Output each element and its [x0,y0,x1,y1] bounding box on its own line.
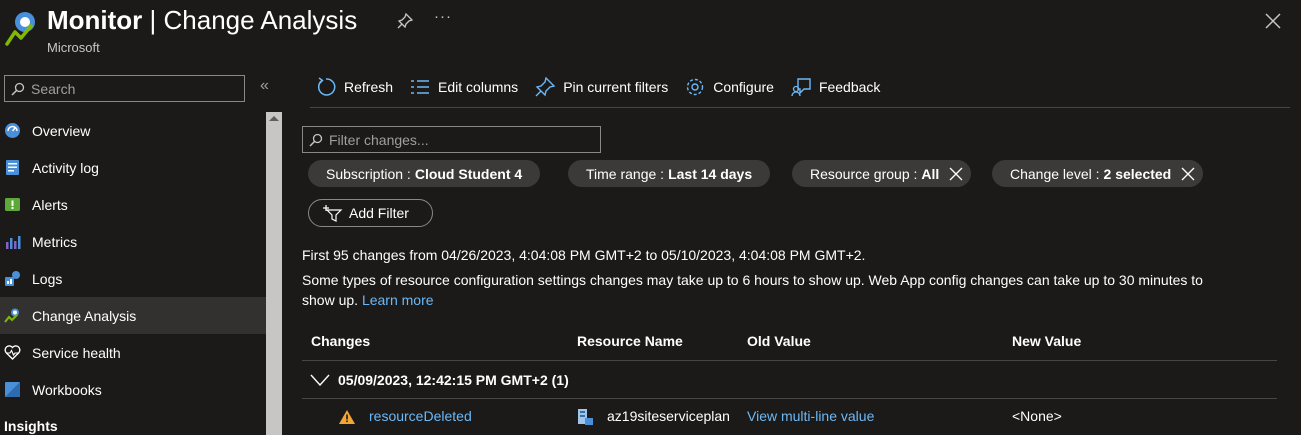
column-header-new-value[interactable]: New Value [1012,333,1081,349]
resource-name: az19siteserviceplan [607,408,730,424]
page-title-secondary: | Change Analysis [142,5,358,35]
learn-more-link[interactable]: Learn more [362,292,434,308]
feedback-button[interactable]: Feedback [791,77,880,97]
new-value: <None> [1012,408,1062,424]
collapse-sidebar-icon[interactable]: « [260,77,269,95]
filter-changes-input[interactable]: Filter changes... [302,126,601,153]
remove-filter-icon[interactable] [949,167,963,181]
command-bar: Refresh Edit columns Pin current filters… [310,66,1290,108]
change-analysis-logo-icon [5,12,35,46]
sidebar-item-logs[interactable]: Logs [0,260,266,297]
filter-pill-key: Change level : [1010,165,1100,182]
view-multi-line-value-link[interactable]: View multi-line value [747,408,874,424]
change-analysis-icon [4,308,19,323]
edit-columns-button[interactable]: Edit columns [410,77,518,97]
filter-pill-value: 2 selected [1103,165,1172,182]
configure-label: Configure [713,78,774,95]
add-filter-icon [323,205,343,222]
warning-icon [339,410,355,424]
info-note: Some types of resource configuration set… [302,272,1203,288]
change-group-row[interactable]: 05/09/2023, 12:42:15 PM GMT+2 (1) [302,362,1277,399]
activity-log-icon [6,160,19,175]
search-icon [309,133,323,147]
sidebar-section-heading: Insights [4,418,58,434]
logs-icon [5,271,20,286]
sidebar-nav: Overview Activity log Alerts Metrics Log… [0,112,266,434]
filter-pill-key: Subscription : [326,165,411,182]
pin-current-filters-button[interactable]: Pin current filters [535,76,669,97]
sidebar-item-label: Activity log [32,159,99,176]
table-row[interactable]: resourceDeleted az19siteserviceplan View… [302,399,1277,435]
sidebar: Search « Overview Activity log Alerts Me… [0,66,285,435]
change-type-link[interactable]: resourceDeleted [369,408,472,424]
filter-pill-subscription[interactable]: Subscription : Cloud Student 4 [308,160,541,187]
edit-columns-label: Edit columns [438,78,519,95]
sidebar-item-service-health[interactable]: Service health [0,334,266,371]
blade-header: Monitor | Change Analysis Microsoft ··· [0,0,1301,66]
alerts-icon [5,198,20,211]
filter-changes-placeholder: Filter changes... [329,131,429,148]
sidebar-search-input[interactable]: Search [4,75,245,102]
filter-pill-key: Resource group : [810,165,918,182]
filter-pill-change-level[interactable]: Change level : 2 selected [992,160,1204,187]
chevron-down-icon[interactable] [310,374,330,386]
columns-icon [411,79,430,94]
filter-pill-key: Time range : [586,165,665,182]
sidebar-item-label: Alerts [32,196,68,213]
refresh-button[interactable]: Refresh [316,76,394,97]
gear-icon [687,78,704,95]
info-note-text: show up. [302,292,359,308]
more-options-icon[interactable]: ··· [434,8,452,25]
feedback-label: Feedback [818,78,881,95]
changes-summary: First 95 changes from 04/26/2023, 4:04:0… [302,247,866,263]
sidebar-item-label: Workbooks [32,381,102,398]
pin-icon [535,76,556,96]
filter-pill-value: All [921,165,940,182]
sidebar-item-label: Overview [32,122,91,139]
add-filter-button[interactable]: Add Filter [308,199,433,227]
search-icon [11,82,25,96]
page-subtitle: Microsoft [47,40,100,55]
heart-icon [4,345,21,360]
app-service-plan-icon [578,409,593,425]
sidebar-item-activity-log[interactable]: Activity log [0,149,266,186]
remove-filter-icon[interactable] [1181,167,1195,181]
sidebar-item-label: Change Analysis [32,307,137,324]
info-note-continued: show up. Learn more [302,290,434,310]
sidebar-item-label: Service health [32,344,121,361]
sidebar-item-change-analysis[interactable]: Change Analysis [0,297,266,334]
page-title: Monitor | Change Analysis [47,4,357,36]
add-filter-label: Add Filter [349,205,409,221]
overview-icon [5,123,20,138]
main-scrollbar[interactable] [1289,108,1301,435]
refresh-icon [317,76,336,96]
workbooks-icon [5,382,20,397]
sidebar-item-label: Metrics [32,233,78,250]
scroll-up-icon[interactable] [269,116,279,121]
metrics-icon [6,236,21,249]
filter-pill-value: Last 14 days [668,165,753,182]
pin-current-filters-label: Pin current filters [563,78,669,95]
page-title-primary: Monitor [47,5,143,35]
sidebar-item-workbooks[interactable]: Workbooks [0,371,266,408]
column-header-changes[interactable]: Changes [311,333,370,349]
close-icon[interactable] [1264,12,1282,30]
refresh-label: Refresh [344,78,394,95]
column-header-resource-name[interactable]: Resource Name [577,333,683,349]
filter-pill-value: Cloud Student 4 [414,165,523,182]
sidebar-item-overview[interactable]: Overview [0,112,266,149]
filter-pill-resource-group[interactable]: Resource group : All [792,160,972,187]
sidebar-item-alerts[interactable]: Alerts [0,186,266,223]
sidebar-scrollbar[interactable] [266,112,282,435]
sidebar-item-label: Logs [32,270,63,287]
filter-pill-time-range[interactable]: Time range : Last 14 days [568,160,771,187]
change-group-label: 05/09/2023, 12:42:15 PM GMT+2 (1) [338,372,569,388]
pin-icon[interactable] [396,12,414,30]
feedback-icon [791,77,811,96]
column-header-old-value[interactable]: Old Value [747,333,811,349]
configure-button[interactable]: Configure [685,77,774,97]
sidebar-search-placeholder: Search [31,80,76,97]
changes-grid-header: Changes Resource Name Old Value New Valu… [302,326,1277,361]
sidebar-item-metrics[interactable]: Metrics [0,223,266,260]
